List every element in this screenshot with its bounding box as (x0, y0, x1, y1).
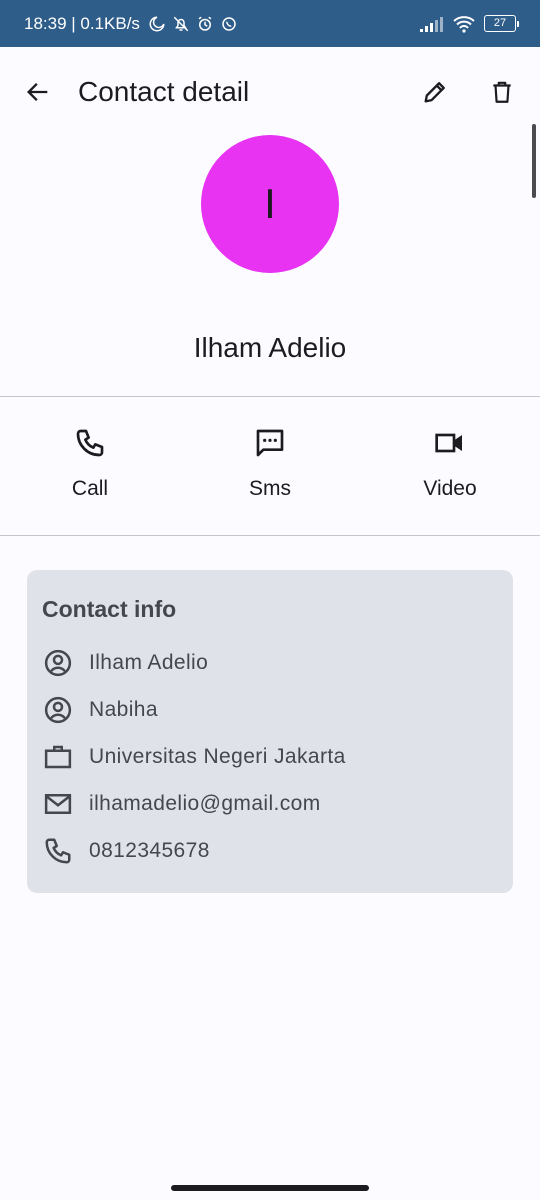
sms-icon (254, 427, 286, 459)
info-row-name: Ilham Adelio (42, 639, 498, 686)
person-icon (42, 647, 74, 679)
info-row-organization: Universitas Negeri Jakarta (42, 733, 498, 780)
scrollbar-thumb[interactable] (532, 124, 536, 198)
status-bar: 18:39 | 0.1KB/s 27 (0, 0, 540, 47)
app-bar: Contact detail (0, 47, 540, 137)
status-icons-left (148, 15, 238, 33)
arrow-back-icon (24, 78, 52, 106)
info-row-email: ilhamadelio@gmail.com (42, 780, 498, 827)
call-button[interactable]: Call (0, 397, 180, 535)
status-left: 18:39 | 0.1KB/s (24, 14, 238, 34)
bell-off-icon (172, 15, 190, 33)
sms-label: Sms (249, 477, 291, 500)
sms-button[interactable]: Sms (180, 397, 360, 535)
page-title: Contact detail (78, 76, 250, 107)
contact-info-title: Contact info (42, 596, 177, 622)
action-bar: Call Sms Video (0, 397, 540, 535)
info-row-phone: 0812345678 (42, 827, 498, 874)
divider-bottom (0, 535, 540, 536)
status-time-speed: 18:39 | 0.1KB/s (24, 13, 140, 33)
phone-icon (42, 835, 74, 867)
avatar: I (201, 135, 339, 273)
video-icon (434, 427, 466, 459)
delete-button[interactable] (478, 68, 526, 116)
info-value: Nabiha (89, 697, 158, 721)
alarm-icon (196, 15, 214, 33)
video-label: Video (423, 477, 477, 500)
trash-icon (489, 78, 515, 106)
signal-icon (418, 15, 444, 33)
contact-info-card: Contact info Ilham Adelio Nabiha Univers… (27, 570, 513, 893)
person-icon (42, 694, 74, 726)
wifi-icon (452, 15, 476, 33)
back-button[interactable] (14, 68, 62, 116)
pencil-icon (421, 78, 449, 106)
briefcase-icon (42, 741, 74, 773)
call-label: Call (71, 477, 109, 500)
moon-icon (148, 15, 166, 33)
battery-icon: 27 (484, 15, 519, 32)
video-button[interactable]: Video (360, 397, 540, 535)
status-right: 27 (418, 15, 519, 33)
home-indicator[interactable] (171, 1185, 369, 1191)
info-value: 0812345678 (89, 838, 210, 862)
info-row-nickname: Nabiha (42, 686, 498, 733)
info-value: ilhamadelio@gmail.com (89, 791, 321, 815)
contact-name: Ilham Adelio (193, 332, 347, 363)
info-value: Universitas Negeri Jakarta (89, 744, 346, 768)
phone-icon (74, 427, 106, 459)
avatar-initial: I (264, 180, 276, 227)
mail-icon (42, 788, 74, 820)
info-value: Ilham Adelio (89, 650, 209, 674)
whatsapp-icon (220, 15, 238, 33)
edit-button[interactable] (411, 68, 459, 116)
